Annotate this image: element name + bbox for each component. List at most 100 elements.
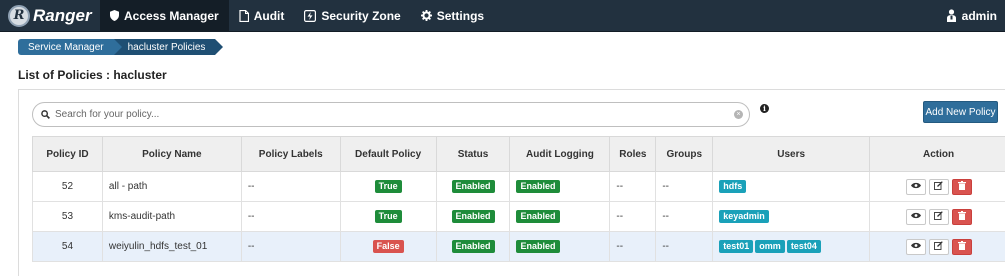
status-cell: Enabled (435, 171, 511, 202)
info-icon[interactable]: i (760, 104, 769, 113)
nav-access-manager[interactable]: Access Manager (100, 0, 229, 32)
policies-table: Policy ID Policy Name Policy Labels Defa… (32, 136, 1005, 262)
table-row: 53 kms-audit-path -- True Enabled Enable… (32, 201, 1005, 232)
edit-button[interactable] (928, 208, 949, 225)
table-row: 52 all - path -- True Enabled Enabled --… (32, 171, 1005, 202)
table-header-row: Policy ID Policy Name Policy Labels Defa… (32, 136, 1005, 172)
delete-button[interactable] (951, 178, 972, 195)
col-default-policy: Default Policy (339, 136, 437, 172)
col-policy-labels: Policy Labels (240, 136, 341, 172)
status-badge: Enabled (451, 240, 495, 253)
col-policy-id[interactable]: Policy ID (32, 136, 103, 172)
view-button[interactable] (905, 178, 926, 195)
search-icon (41, 110, 50, 119)
default-policy-badge: False (372, 240, 404, 253)
audit-logging-badge: Enabled (516, 180, 560, 193)
table-row: 54 weiyulin_hdfs_test_01 -- False Enable… (32, 231, 1005, 262)
user-tag: keyadmin (719, 210, 769, 223)
nav-security-zone[interactable]: Security Zone (294, 0, 410, 32)
status-badge: Enabled (451, 180, 495, 193)
edit-icon (934, 210, 943, 223)
status-badge: Enabled (451, 210, 495, 223)
view-button[interactable] (905, 208, 926, 225)
ranger-logo-icon: R (8, 4, 30, 27)
default-policy-cell: True (339, 201, 437, 232)
delete-button[interactable] (951, 238, 972, 255)
brand-name: Ranger (33, 5, 92, 25)
breadcrumb-current[interactable]: hacluster Policies (113, 39, 224, 55)
policy-labels: -- (240, 201, 341, 232)
col-roles: Roles (609, 136, 657, 172)
shield-icon (110, 10, 119, 21)
trash-icon (957, 210, 966, 223)
nav-settings[interactable]: Settings (411, 0, 494, 32)
search-box[interactable]: × (32, 102, 750, 127)
action-cell (869, 231, 1005, 262)
eye-icon (910, 241, 921, 252)
add-new-policy-button[interactable]: Add New Policy (923, 101, 998, 123)
roles: -- (609, 201, 657, 232)
default-policy-badge: True (374, 180, 402, 193)
page-title: List of Policies : hacluster (18, 68, 167, 82)
default-policy-cell: True (339, 171, 437, 202)
policy-id-link[interactable]: 52 (32, 171, 103, 202)
col-groups: Groups (655, 136, 714, 172)
nav-label: Access Manager (124, 8, 219, 23)
col-status: Status (435, 136, 511, 172)
policy-id-link[interactable]: 54 (32, 231, 103, 262)
eye-icon (910, 181, 921, 192)
policy-labels: -- (240, 231, 341, 262)
audit-logging-badge: Enabled (516, 210, 560, 223)
edit-button[interactable] (928, 238, 949, 255)
search-input[interactable] (55, 109, 715, 120)
nav-audit[interactable]: Audit (229, 0, 295, 32)
col-audit-logging: Audit Logging (509, 136, 611, 172)
nav-label: Audit (253, 8, 285, 23)
audit-cell: Enabled (509, 231, 611, 262)
edit-icon (934, 180, 943, 193)
user-tag: test04 (786, 240, 821, 253)
delete-button[interactable] (951, 208, 972, 225)
brand[interactable]: R Ranger (0, 0, 100, 32)
top-navbar: R Ranger Access Manager Audit Security Z… (0, 0, 1005, 32)
groups: -- (655, 231, 714, 262)
col-users: Users (712, 136, 871, 172)
status-cell: Enabled (435, 231, 511, 262)
edit-button[interactable] (928, 178, 949, 195)
clear-search-icon[interactable]: × (734, 110, 743, 119)
col-policy-name[interactable]: Policy Name (101, 136, 242, 172)
user-group-icon (945, 9, 958, 22)
zone-icon (304, 9, 317, 22)
breadcrumb: Service Manager hacluster Policies (18, 39, 224, 55)
user-tag: test01 (719, 240, 754, 253)
col-action: Action (869, 136, 1005, 172)
users-cell: keyadmin (712, 201, 871, 232)
audit-cell: Enabled (509, 171, 611, 202)
default-policy-badge: True (374, 210, 402, 223)
users-cell: hdfs (712, 171, 871, 202)
action-cell (869, 201, 1005, 232)
username: admin (961, 8, 997, 23)
user-tag: omm (755, 240, 785, 253)
trash-icon (957, 180, 966, 193)
status-cell: Enabled (435, 201, 511, 232)
file-icon (239, 9, 249, 22)
groups: -- (655, 171, 714, 202)
policy-panel: × i Add New Policy Policy ID Policy Name… (18, 89, 1005, 276)
view-button[interactable] (905, 238, 926, 255)
user-tag: hdfs (719, 180, 747, 193)
default-policy-cell: False (339, 231, 437, 262)
users-cell: test01 omm test04 (712, 231, 871, 262)
gear-icon (420, 10, 432, 21)
breadcrumb-service-manager[interactable]: Service Manager (18, 39, 122, 55)
policy-id-link[interactable]: 53 (32, 201, 103, 232)
eye-icon (910, 211, 921, 222)
policy-name: all - path (101, 171, 242, 202)
policy-name: weiyulin_hdfs_test_01 (101, 231, 242, 262)
audit-logging-badge: Enabled (516, 240, 560, 253)
user-menu[interactable]: admin (945, 9, 1005, 23)
audit-cell: Enabled (509, 201, 611, 232)
roles: -- (609, 231, 657, 262)
trash-icon (957, 240, 966, 253)
policy-name: kms-audit-path (101, 201, 242, 232)
